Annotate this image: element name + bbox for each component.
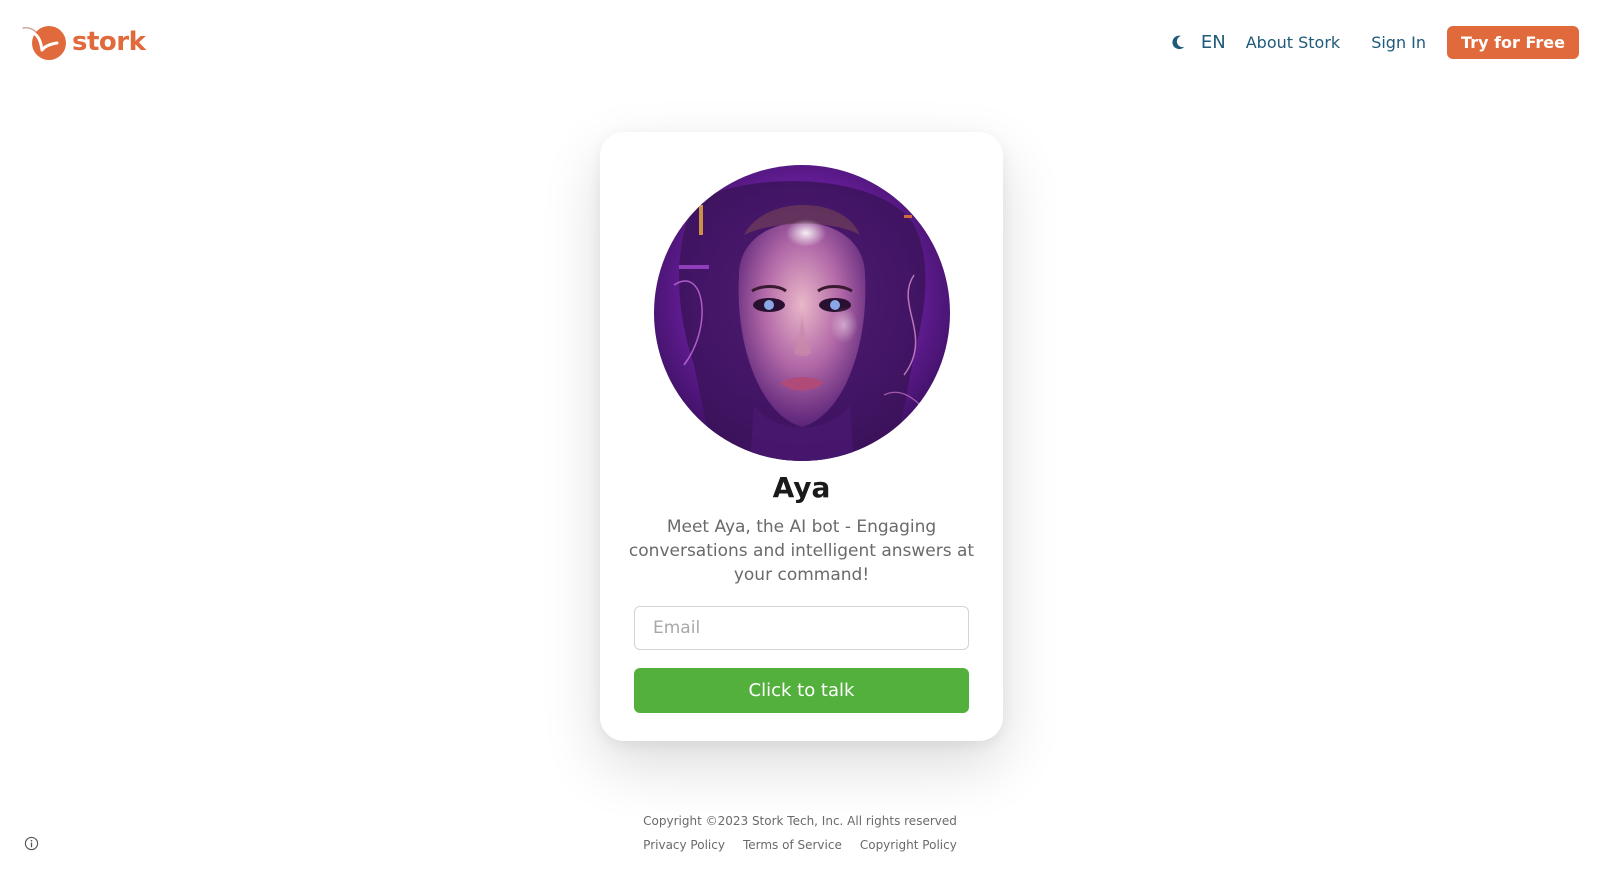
- info-icon[interactable]: [24, 836, 39, 851]
- try-for-free-button[interactable]: Try for Free: [1447, 25, 1579, 59]
- click-to-talk-button[interactable]: Click to talk: [634, 667, 969, 713]
- brand-name: stork: [72, 27, 146, 57]
- bot-description: Meet Aya, the AI bot - Engaging conversa…: [628, 516, 975, 585]
- bot-card: Aya Meet Aya, the AI bot - Engaging conv…: [600, 132, 1003, 741]
- brand-logo-link[interactable]: stork: [22, 22, 146, 62]
- moon-icon[interactable]: [1169, 33, 1187, 51]
- bot-avatar: [653, 165, 950, 461]
- site-footer: Copyright ©2023 Stork Tech, Inc. All rig…: [0, 814, 1600, 852]
- bot-avatar-image: [653, 165, 950, 461]
- sign-in-link[interactable]: Sign In: [1371, 33, 1426, 52]
- stork-bird-logo-icon: [22, 26, 66, 60]
- copyright-text: Copyright ©2023 Stork Tech, Inc. All rig…: [643, 814, 957, 828]
- bot-name: Aya: [772, 471, 831, 504]
- email-input[interactable]: [634, 605, 969, 650]
- top-nav: EN About Stork Sign In Try for Free: [1169, 25, 1579, 59]
- footer-links: Privacy Policy Terms of Service Copyrigh…: [0, 838, 1600, 852]
- language-selector[interactable]: EN: [1201, 32, 1226, 53]
- about-stork-link[interactable]: About Stork: [1246, 33, 1340, 52]
- privacy-policy-link[interactable]: Privacy Policy: [643, 838, 725, 852]
- copyright-policy-link[interactable]: Copyright Policy: [860, 838, 957, 852]
- terms-of-service-link[interactable]: Terms of Service: [743, 838, 842, 852]
- page: stork EN About Stork Sign In Try for Fre…: [0, 0, 1600, 875]
- site-header: stork EN About Stork Sign In Try for Fre…: [0, 0, 1600, 84]
